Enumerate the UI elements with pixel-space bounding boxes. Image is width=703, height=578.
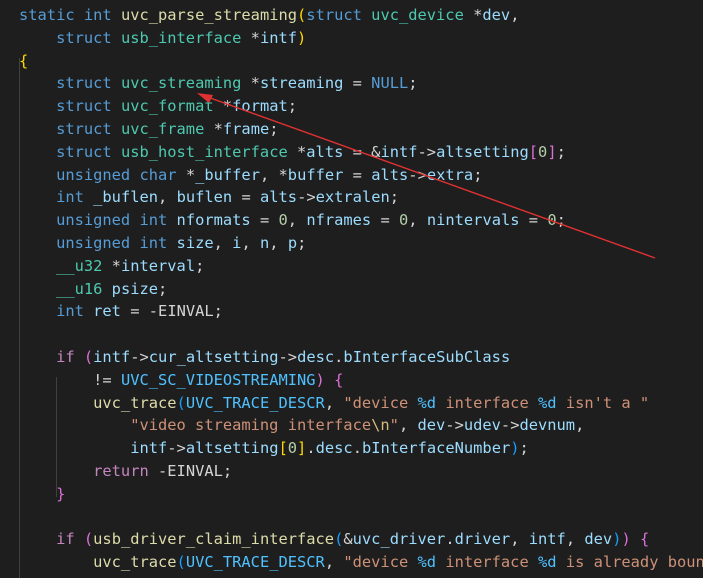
annotation-arrow xyxy=(201,94,656,259)
annotation-layer xyxy=(197,93,656,259)
code-editor[interactable]: static int uvc_parse_streaming(struct uv… xyxy=(0,0,703,578)
annotation-arrowhead xyxy=(197,93,213,103)
